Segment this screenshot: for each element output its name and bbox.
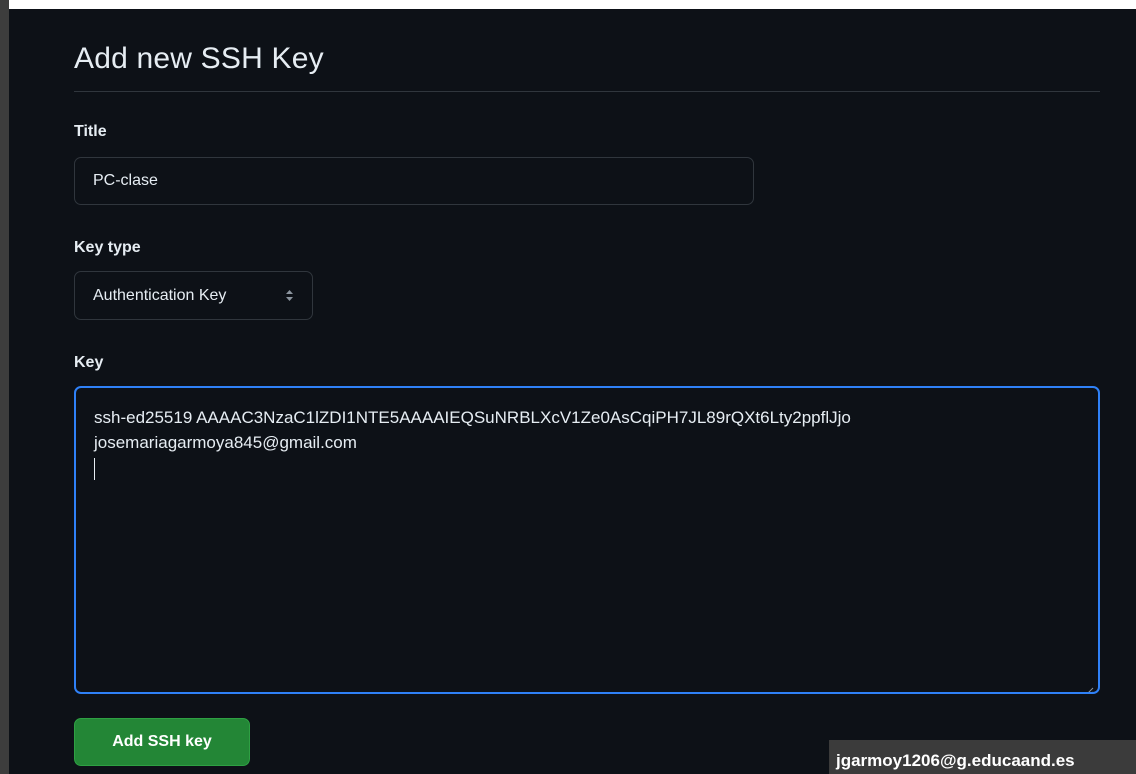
key-type-selected-value: Authentication Key [93,286,227,304]
window-top-edge [0,0,1136,9]
title-divider [74,91,1100,92]
page-title: Add new SSH Key [74,42,324,75]
key-text-line-1: ssh-ed25519 AAAAC3NzaC1lZDI1NTE5AAAAIEQS… [94,408,851,427]
window-left-edge [0,0,9,774]
add-ssh-key-button[interactable]: Add SSH key [74,718,250,766]
resize-grip-icon[interactable] [1084,678,1094,692]
account-email-tooltip: jgarmoy1206@g.educaand.es [829,740,1136,774]
title-label: Title [74,123,107,140]
key-label: Key [74,354,104,371]
key-type-label: Key type [74,239,141,256]
title-input[interactable]: PC-clase [74,157,754,205]
key-type-select[interactable]: Authentication Key [74,271,313,320]
text-caret [94,458,95,480]
chevron-up-down-icon [285,289,294,302]
page-frame: Add new SSH Key Title PC-clase Key type … [0,0,1136,774]
key-text-line-2: josemariagarmoya845@gmail.com [94,433,357,452]
key-textarea[interactable]: ssh-ed25519 AAAAC3NzaC1lZDI1NTE5AAAAIEQS… [74,386,1100,694]
